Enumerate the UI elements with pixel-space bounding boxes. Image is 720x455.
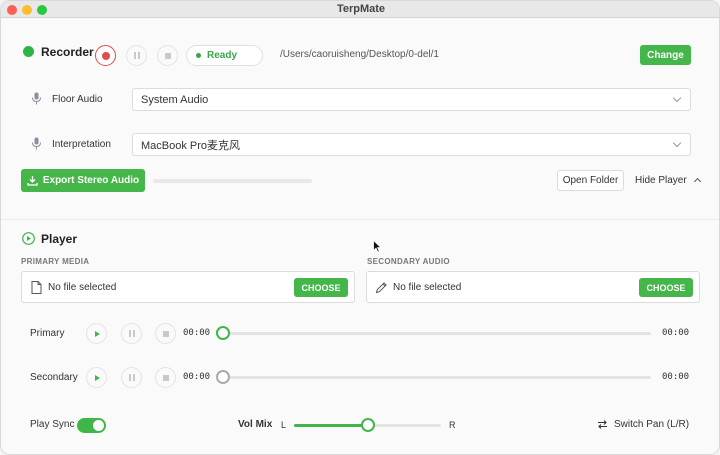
mouse-cursor-icon	[373, 240, 382, 253]
open-folder-button[interactable]: Open Folder	[557, 170, 624, 191]
download-icon	[27, 176, 38, 186]
status-badge: Ready	[186, 45, 263, 66]
pause-icon	[133, 52, 140, 59]
stop-icon	[162, 374, 169, 381]
interpretation-value: MacBook Pro麦克风	[141, 139, 241, 152]
secondary-time-start: 00:00	[183, 372, 211, 382]
hide-player-button[interactable]: Hide Player	[635, 175, 702, 186]
interpretation-label: Interpretation	[52, 139, 111, 150]
chevron-up-icon	[694, 177, 702, 186]
window-title: TerpMate	[336, 3, 386, 15]
pause-icon	[128, 330, 135, 337]
primary-track-label: Primary	[30, 328, 65, 339]
primary-choose-button[interactable]: CHOOSE	[294, 278, 348, 297]
primary-pause-button[interactable]	[121, 323, 142, 344]
primary-seek-handle[interactable]	[216, 326, 230, 340]
secondary-seek-track[interactable]	[223, 376, 651, 379]
app-window: TerpMate Recorder Ready /Users/caoruishe…	[0, 0, 720, 455]
record-icon	[101, 51, 110, 60]
export-progress-bar	[153, 179, 312, 183]
floor-audio-select[interactable]: System Audio	[132, 88, 691, 111]
record-button[interactable]	[95, 45, 116, 66]
title-bar: TerpMate	[1, 1, 719, 18]
play-icon	[95, 374, 100, 381]
secondary-seek-handle[interactable]	[216, 370, 230, 384]
status-dot-icon	[196, 53, 201, 58]
primary-seek-track[interactable]	[223, 332, 651, 335]
secondary-play-button[interactable]	[86, 367, 107, 388]
switch-pan-button[interactable]: Switch Pan (L/R)	[597, 419, 689, 430]
vol-mix-fill	[294, 424, 368, 427]
play-circle-icon	[22, 232, 35, 245]
export-label: Export Stereo Audio	[42, 175, 140, 186]
chevron-down-icon	[672, 138, 682, 148]
recorder-pause-button[interactable]	[126, 45, 147, 66]
recorder-status-dot	[23, 46, 34, 57]
vol-right-label: R	[449, 420, 456, 430]
floor-audio-value: System Audio	[141, 93, 209, 106]
play-sync-label: Play Sync	[30, 419, 75, 430]
secondary-stop-button[interactable]	[155, 367, 176, 388]
microphone-icon	[32, 92, 41, 105]
export-stereo-audio-button[interactable]: Export Stereo Audio	[21, 169, 145, 192]
toggle-knob	[93, 420, 104, 431]
pause-icon	[128, 374, 135, 381]
primary-media-box: No file selected CHOOSE	[21, 271, 355, 303]
secondary-audio-box: No file selected CHOOSE	[366, 271, 700, 303]
player-title: Player	[41, 232, 78, 246]
primary-play-button[interactable]	[86, 323, 107, 344]
recorder-stop-button[interactable]	[157, 45, 178, 66]
microphone-icon	[32, 137, 41, 150]
chevron-down-icon	[672, 93, 682, 103]
primary-time-end: 00:00	[662, 328, 690, 338]
vol-mix-label: Vol Mix	[238, 419, 273, 430]
recorder-title: Recorder	[41, 45, 94, 59]
secondary-time-end: 00:00	[662, 372, 690, 382]
switch-pan-label: Switch Pan (L/R)	[614, 419, 690, 430]
secondary-pause-button[interactable]	[121, 367, 142, 388]
stop-icon	[164, 52, 171, 59]
file-icon	[31, 281, 42, 294]
vol-left-label: L	[281, 420, 287, 430]
play-icon	[95, 330, 100, 337]
secondary-audio-header: SECONDARY AUDIO	[367, 257, 450, 266]
primary-file-status: No file selected	[48, 282, 117, 293]
secondary-track-label: Secondary	[30, 372, 78, 383]
swap-arrows-icon	[598, 420, 607, 429]
secondary-file-status: No file selected	[393, 282, 462, 293]
status-text: Ready	[207, 50, 238, 61]
interpretation-select[interactable]: MacBook Pro麦克风	[132, 133, 691, 156]
primary-stop-button[interactable]	[155, 323, 176, 344]
section-divider	[1, 219, 719, 220]
hide-player-label: Hide Player	[635, 175, 687, 186]
stop-icon	[162, 330, 169, 337]
secondary-choose-button[interactable]: CHOOSE	[639, 278, 693, 297]
output-path: /Users/caoruisheng/Desktop/0-del/1	[280, 49, 439, 60]
primary-time-start: 00:00	[183, 328, 211, 338]
pencil-icon	[375, 282, 387, 294]
vol-mix-handle[interactable]	[360, 418, 375, 432]
primary-media-header: PRIMARY MEDIA	[21, 257, 90, 266]
main-content: Recorder Ready /Users/caoruisheng/Deskto…	[1, 19, 719, 454]
play-sync-toggle[interactable]	[77, 418, 106, 433]
floor-audio-label: Floor Audio	[52, 94, 103, 105]
change-button[interactable]: Change	[640, 45, 691, 65]
